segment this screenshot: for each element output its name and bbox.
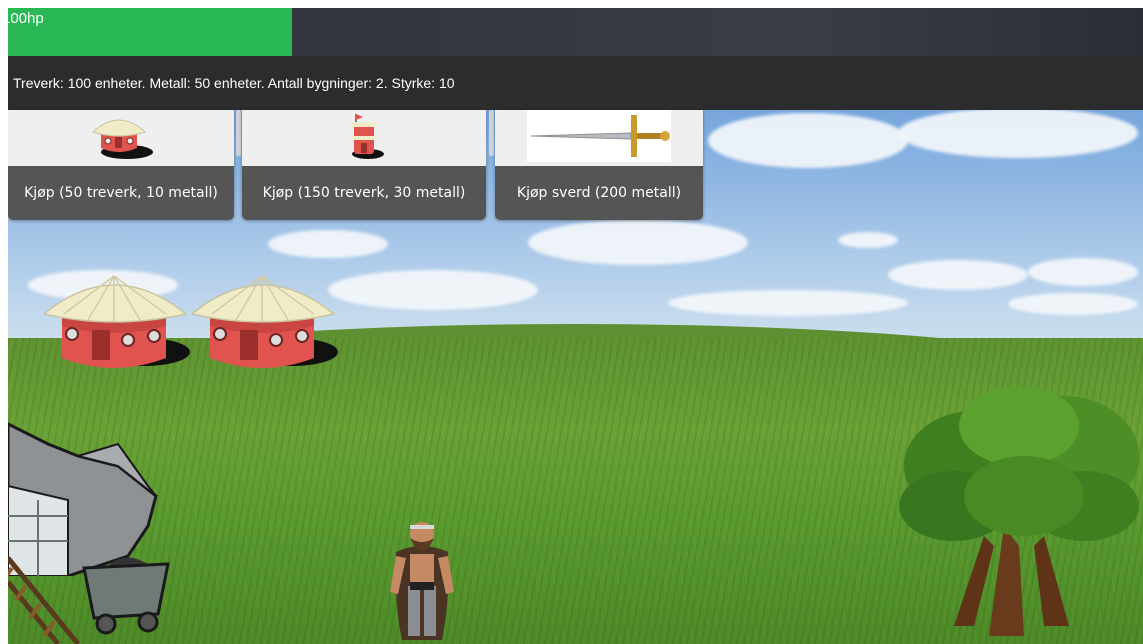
hut[interactable] [190, 270, 340, 374]
status-text: Treverk: 100 enheter. Metall: 50 enheter… [13, 75, 455, 91]
tree[interactable] [894, 386, 1143, 644]
rail-tracks [8, 548, 88, 644]
shop-card-sword: Kjøp sverd (200 metall) [495, 110, 703, 220]
buy-hut-button[interactable]: Kjøp (50 treverk, 10 metall) [8, 166, 234, 220]
hp-text: 100hp [8, 10, 44, 27]
player-character[interactable] [386, 512, 458, 644]
hp-bar-fill [8, 8, 292, 56]
buy-tower-button[interactable]: Kjøp (150 treverk, 30 metall) [242, 166, 486, 220]
shop-divider [236, 110, 241, 156]
shop-divider [489, 110, 494, 156]
hp-bar: 100hp [8, 8, 1143, 56]
cloud [528, 220, 748, 265]
cloud [888, 260, 1028, 290]
mine-cart[interactable] [78, 548, 174, 638]
buy-sword-button[interactable]: Kjøp sverd (200 metall) [495, 166, 703, 220]
cloud [898, 108, 1138, 158]
shop-card-hut: Kjøp (50 treverk, 10 metall) [8, 110, 234, 220]
cloud [268, 230, 388, 258]
sword-icon [495, 110, 703, 164]
shop-card-tower: Kjøp (150 treverk, 30 metall) [242, 110, 486, 220]
cloud [708, 113, 908, 168]
cloud [1028, 258, 1138, 286]
game-area: 100hp Treverk: 100 enheter. Metall: 50 e… [8, 8, 1143, 644]
hut-icon [8, 110, 234, 164]
cloud [1008, 293, 1138, 315]
cloud [838, 232, 898, 248]
cloud [668, 290, 908, 316]
tower-icon [242, 110, 486, 164]
hut[interactable] [42, 270, 192, 374]
cloud [328, 270, 538, 310]
status-bar: Treverk: 100 enheter. Metall: 50 enheter… [8, 56, 1143, 110]
